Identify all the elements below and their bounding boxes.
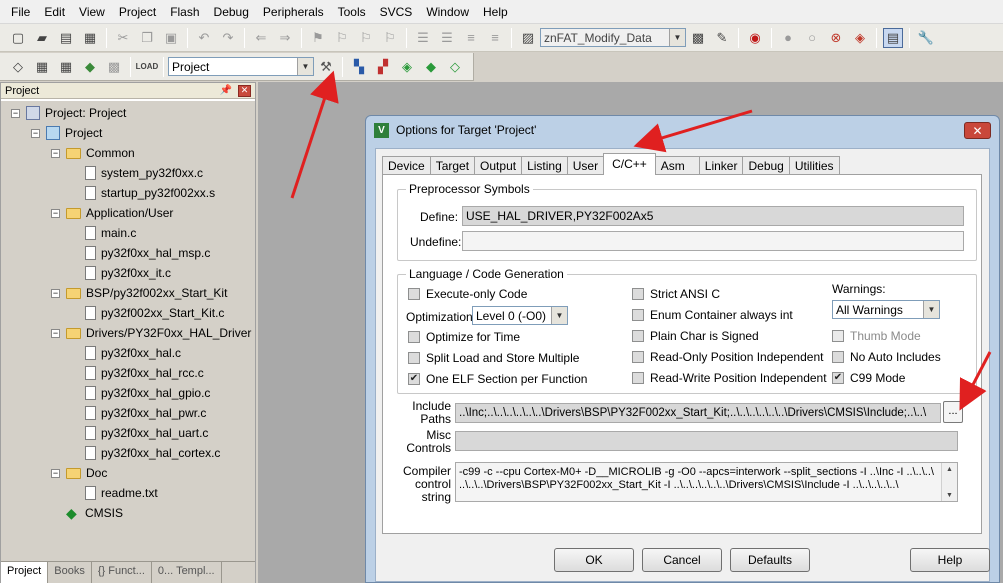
arrow-to-browse-button	[959, 351, 992, 411]
arrow-to-options-icon	[290, 70, 339, 199]
tab-c-cpp[interactable]: C/C++	[603, 153, 656, 175]
annotation-arrows	[290, 70, 992, 411]
arrow-to-c-cpp-tab	[633, 109, 753, 153]
